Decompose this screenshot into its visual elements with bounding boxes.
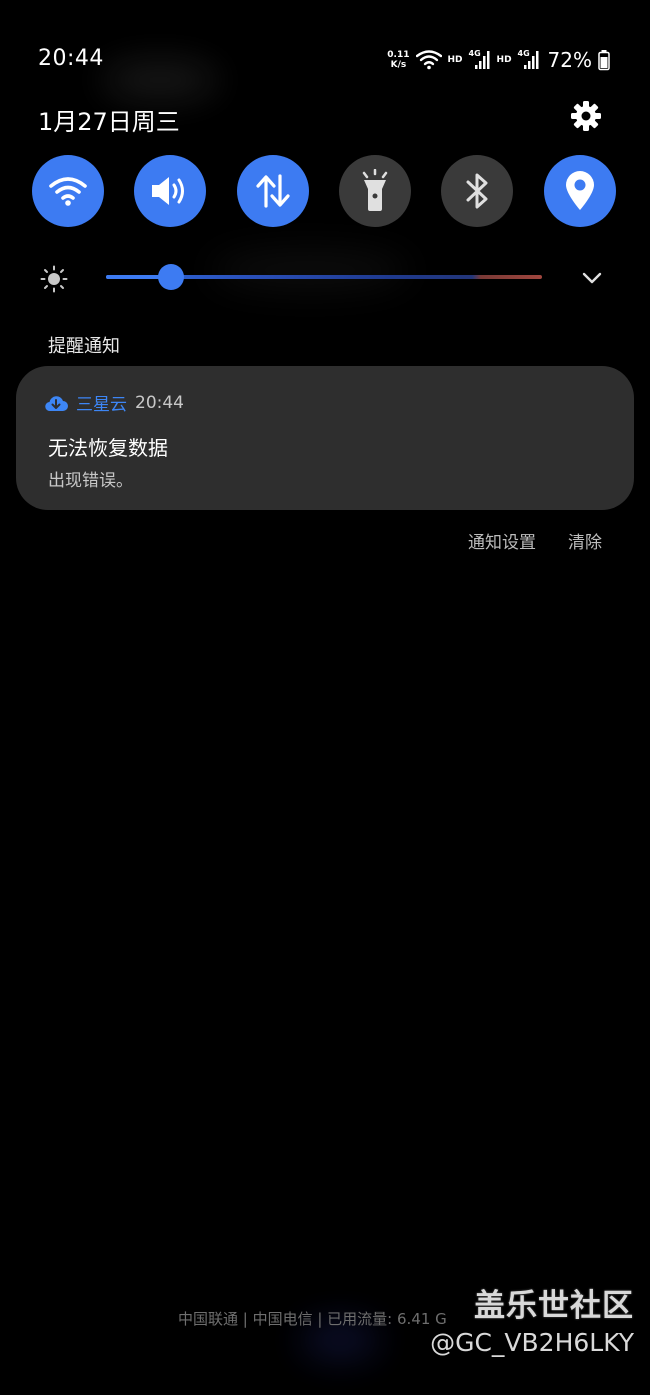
notification-actions: 通知设置 清除 [468, 528, 602, 553]
signal-bars-icon [474, 51, 490, 69]
status-time: 20:44 [38, 46, 104, 71]
watermark: 盖乐世社区 @GC_VB2H6LKY [430, 1286, 634, 1360]
hd-label: HD [447, 55, 463, 65]
signal-2: 4G [518, 49, 540, 71]
notification-time: 20:44 [135, 392, 184, 413]
toggle-wifi[interactable] [32, 155, 104, 227]
notification-app-name: 三星云 [76, 395, 127, 415]
watermark-title: 盖乐世社区 [474, 1288, 634, 1324]
battery-percent: 72% [547, 48, 592, 72]
notification-settings-button[interactable]: 通知设置 [468, 528, 536, 553]
toggle-location[interactable] [544, 155, 616, 227]
notification-section-label: 提醒通知 [48, 336, 120, 357]
toggle-bluetooth[interactable] [441, 155, 513, 227]
signal-bars-icon [523, 51, 539, 69]
network-speed-value: 0.11 [387, 50, 410, 60]
status-bar: 20:44 0.11 K/s HD 4G HD 4G 72% [0, 0, 650, 100]
network-speed-unit: K/s [390, 60, 407, 70]
gear-icon[interactable] [570, 100, 602, 132]
toggle-sound[interactable] [134, 155, 206, 227]
watermark-user: @GC_VB2H6LKY [430, 1328, 634, 1357]
location-pin-icon [566, 171, 594, 210]
sun-icon [40, 265, 68, 293]
quick-toggles [32, 155, 618, 229]
notification-card[interactable]: 三星云 20:44 无法恢复数据 出现错误。 [16, 366, 634, 510]
wifi-status-icon [415, 50, 442, 70]
battery-icon [598, 50, 610, 71]
hd-label: HD [496, 55, 512, 65]
chevron-down-icon[interactable] [580, 268, 604, 288]
status-icons: 0.11 K/s HD 4G HD 4G 72% [387, 46, 610, 74]
wifi-icon [49, 177, 87, 206]
data-arrows-icon [256, 174, 290, 208]
carrier-info: 中国联通 | 中国电信 | 已用流量: 6.41 G [178, 1310, 447, 1328]
date-label: 1月27日周三 [38, 108, 180, 136]
signal-1: 4G [469, 49, 491, 71]
clear-button[interactable]: 清除 [568, 528, 602, 553]
toggle-mobile-data[interactable] [237, 155, 309, 227]
toggle-flashlight[interactable] [339, 155, 411, 227]
notification-title: 无法恢复数据 [48, 436, 168, 460]
bluetooth-icon [466, 173, 488, 209]
notification-body: 出现错误。 [48, 471, 133, 491]
notification-header: 三星云 20:44 [44, 390, 184, 415]
flashlight-icon [362, 169, 388, 211]
speaker-icon [152, 177, 184, 205]
network-speed: 0.11 K/s [387, 50, 409, 70]
cloud-icon [45, 395, 68, 411]
